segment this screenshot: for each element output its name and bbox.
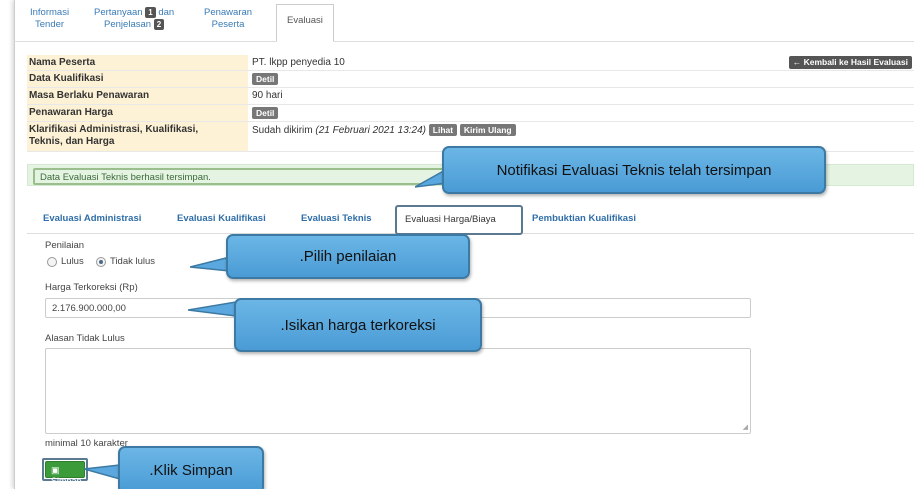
callout-klik-simpan: .Klik Simpan	[118, 446, 264, 489]
lulus-label: Lulus	[61, 256, 84, 267]
row-label-line: Teknis, dan Harga	[29, 136, 115, 147]
detail-button[interactable]: Detil	[252, 73, 279, 85]
tab-evaluasi-teknis[interactable]: Evaluasi Teknis	[301, 213, 372, 224]
row-label: Klarifikasi Administrasi, Kualifikasi, T…	[27, 122, 248, 151]
tab-pembuktian-kualifikasi[interactable]: Pembuktian Kualifikasi	[532, 213, 636, 224]
resend-button[interactable]: Kirim Ulang	[459, 124, 516, 136]
sent-date: (21 Februari 2021 13:24)	[315, 125, 426, 136]
tab-pertanyaan-penjelasan[interactable]: Pertanyaan 1 dan Penjelasan 2	[94, 7, 174, 31]
save-button[interactable]: ▣ Simpan	[45, 461, 85, 486]
row-label: Penawaran Harga	[27, 105, 248, 121]
tab-label: dan	[158, 7, 175, 18]
tab-label: Evaluasi	[287, 15, 323, 26]
row-label-line: Klarifikasi Administrasi, Kualifikasi,	[29, 124, 199, 135]
lulus-radio[interactable]	[47, 257, 57, 267]
tidak-lulus-radio[interactable]	[96, 257, 106, 267]
tab-evaluasi[interactable]: Evaluasi	[276, 4, 334, 42]
tab-evaluasi-administrasi[interactable]: Evaluasi Administrasi	[43, 213, 141, 224]
row-data-kualifikasi: Data Kualifikasi Detil	[27, 71, 914, 88]
row-masa-berlaku: Masa Berlaku Penawaran 90 hari	[27, 88, 914, 105]
row-label: Masa Berlaku Penawaran	[27, 88, 248, 104]
tab-label: Pertanyaan	[94, 7, 143, 18]
tab-label: Informasi	[30, 7, 70, 18]
tab-label: Peserta	[211, 19, 245, 30]
alasan-label: Alasan Tidak Lulus	[45, 333, 125, 344]
callout-pilih-penilaian: .Pilih penilaian	[226, 234, 470, 279]
tab-label: Penjelasan	[104, 19, 152, 30]
tab-penawaran-peserta[interactable]: Penawaran Peserta	[204, 7, 252, 31]
count-badge: 1	[145, 7, 156, 18]
tidak-lulus-label: Tidak lulus	[110, 256, 156, 267]
notification-text: Data Evaluasi Teknis berhasil tersimpan.	[33, 168, 453, 185]
alasan-tidak-lulus-textarea[interactable]: ◢	[45, 348, 751, 434]
tab-evaluasi-kualifikasi[interactable]: Evaluasi Kualifikasi	[177, 213, 266, 224]
harga-label: Harga Terkoreksi (Rp)	[45, 282, 138, 293]
row-value: PT. lkpp penyedia 10	[252, 57, 345, 68]
evaluation-tab-bar: Evaluasi Administrasi Evaluasi Kualifika…	[27, 204, 914, 235]
callout-tail	[188, 301, 237, 317]
top-tab-bar: Informasi Tender Pertanyaan 1 dan Penjel…	[14, 3, 914, 42]
callout-text: .Isikan harga terkoreksi	[280, 316, 436, 334]
back-to-results-button[interactable]: ← Kembali ke Hasil Evaluasi	[788, 56, 912, 69]
count-badge: 2	[153, 19, 165, 30]
row-penawaran-harga: Penawaran Harga Detil	[27, 105, 914, 122]
tab-evaluasi-harga-biaya[interactable]: Evaluasi Harga/Biaya	[395, 205, 523, 235]
save-label: Simpan	[51, 476, 82, 486]
callout-text: .Pilih penilaian	[299, 248, 397, 265]
min-chars-note: minimal 10 karakter	[45, 438, 128, 449]
detail-button[interactable]: Detil	[252, 107, 279, 119]
view-button[interactable]: Lihat	[428, 124, 458, 136]
callout-text: Notifikasi Evaluasi Teknis telah tersimp…	[496, 161, 772, 179]
row-label: Data Kualifikasi	[27, 71, 248, 87]
tab-label: Penawaran	[204, 7, 253, 18]
tab-informasi-tender[interactable]: Informasi Tender	[30, 7, 69, 31]
callout-text: .Klik Simpan	[149, 461, 233, 479]
row-value: Sudah dikirim	[252, 125, 313, 136]
resize-handle-icon[interactable]: ◢	[743, 423, 748, 431]
row-label: Nama Peserta	[27, 55, 248, 70]
row-value: 90 hari	[252, 90, 283, 101]
row-nama-peserta: Nama Peserta PT. lkpp penyedia 10 ← Kemb…	[27, 55, 914, 71]
tab-label: Tender	[35, 19, 65, 30]
callout-isikan-harga: .Isikan harga terkoreksi	[234, 298, 482, 352]
callout-notifikasi: Notifikasi Evaluasi Teknis telah tersimp…	[442, 146, 826, 194]
penilaian-label: Penilaian	[45, 240, 85, 251]
save-icon: ▣	[51, 465, 60, 475]
